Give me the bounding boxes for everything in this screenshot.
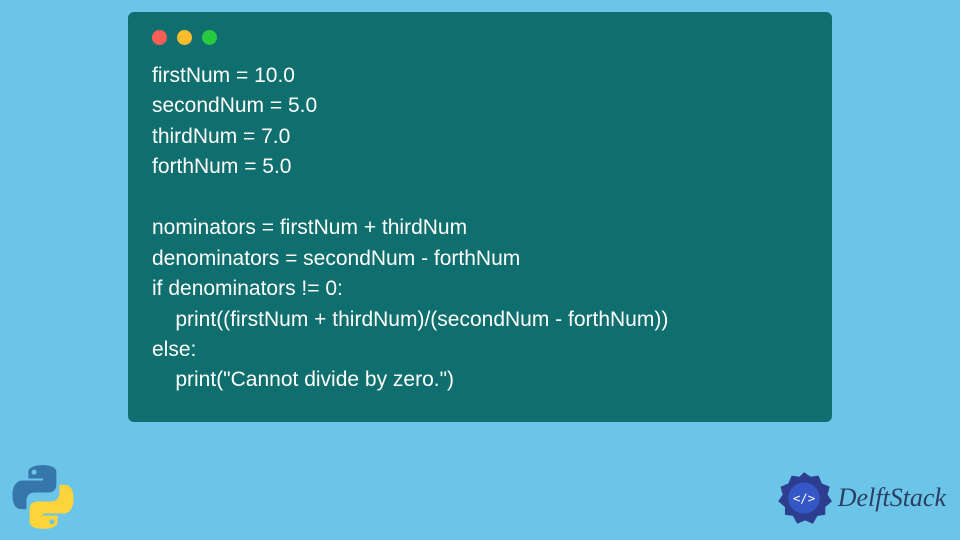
code-block: firstNum = 10.0 secondNum = 5.0 thirdNum… [152, 61, 808, 396]
close-icon [152, 30, 167, 45]
window-traffic-lights [152, 30, 808, 45]
svg-text:</>: </> [793, 491, 815, 505]
delft-gear-icon: </> [776, 470, 832, 526]
maximize-icon [202, 30, 217, 45]
delftstack-brand: </> DelftStack [776, 470, 946, 526]
brand-name: DelftStack [838, 483, 946, 513]
python-logo-icon [8, 462, 78, 532]
minimize-icon [177, 30, 192, 45]
code-window: firstNum = 10.0 secondNum = 5.0 thirdNum… [128, 12, 832, 422]
